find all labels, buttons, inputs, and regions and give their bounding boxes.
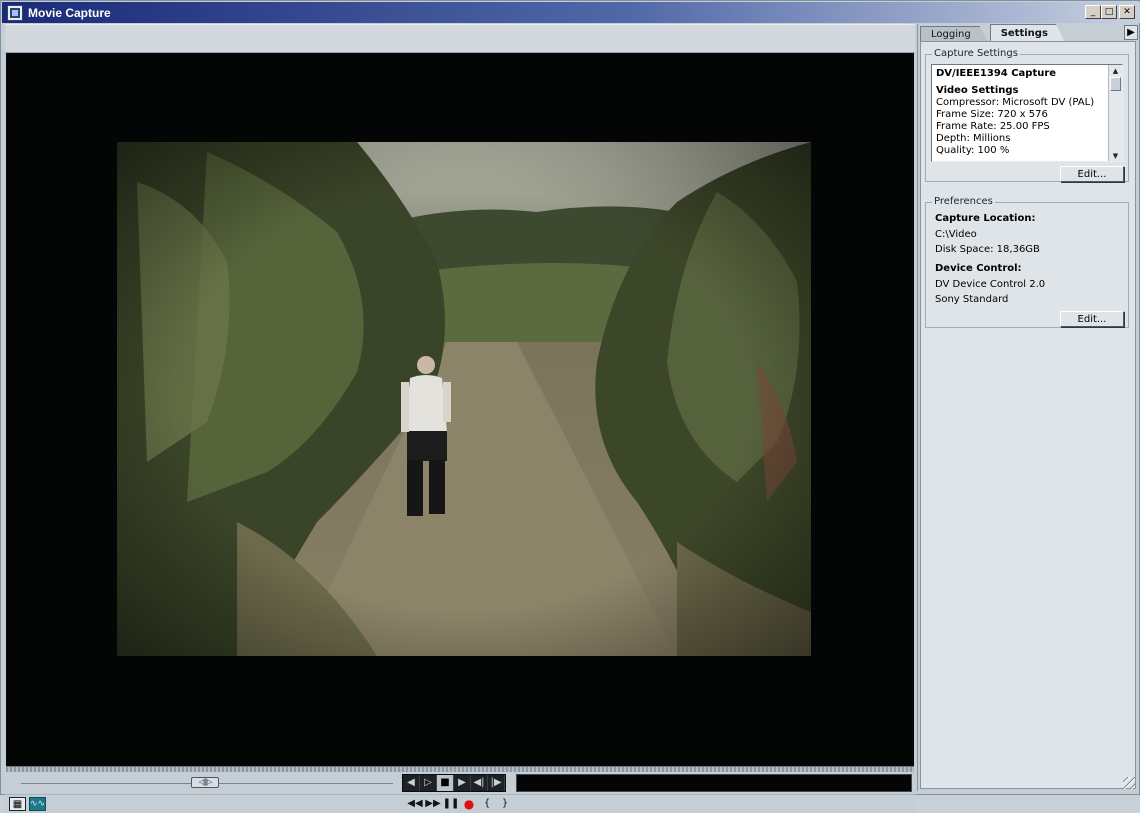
panel-menu-icon[interactable]: ▶ <box>1124 25 1138 40</box>
app-icon <box>7 4 23 21</box>
shuttle-slider[interactable]: ◁|||▷ <box>191 777 219 788</box>
video-frame-image <box>117 142 811 656</box>
capture-settings-legend: Capture Settings <box>932 48 1020 59</box>
capture-preview-pane: ◁|||▷ ◀ ▷ ■ ▶ ◀| |▶ ▦ ∿∿ ◀◀ ▶▶ ❚❚ ● { } <box>5 24 915 813</box>
rewind-button[interactable]: ◀◀ <box>407 796 423 812</box>
depth-line: Depth: Millions <box>936 133 1011 144</box>
quality-line: Quality: 100 % <box>936 145 1010 156</box>
resize-grip[interactable] <box>1123 777 1135 789</box>
transport-buttons: ◀ ▷ ■ ▶ ◀| |▶ <box>402 774 506 792</box>
capture-controls-row: ▦ ∿∿ ◀◀ ▶▶ ❚❚ ● { } <box>5 794 915 813</box>
compressor-line: Compressor: Microsoft DV (PAL) <box>936 97 1095 108</box>
close-button[interactable]: ✕ <box>1119 5 1135 19</box>
go-to-out-button[interactable]: |▶ <box>488 775 505 791</box>
movie-capture-window: Movie Capture _ □ ✕ ◁|||▷ ◀ ▷ ■ ▶ ◀| |▶ … <box>0 0 1140 813</box>
minimize-button[interactable]: _ <box>1085 5 1101 19</box>
video-settings-heading: Video Settings <box>936 85 1019 96</box>
frame-rate-line: Frame Rate: 25.00 FPS <box>936 121 1050 132</box>
vineyard-scene-image <box>117 142 811 656</box>
device-control-driver: DV Device Control 2.0 <box>935 279 1046 290</box>
step-forward-button[interactable]: ▷ <box>420 775 437 791</box>
maximize-button[interactable]: □ <box>1101 5 1117 19</box>
preview-header-strip <box>5 24 915 53</box>
record-button[interactable]: ● <box>461 796 477 812</box>
frame-size-line: Frame Size: 720 x 576 <box>936 109 1048 120</box>
title-bar[interactable]: Movie Capture _ □ ✕ <box>2 2 1140 23</box>
play-button[interactable]: ▶ <box>454 775 471 791</box>
preferences-group: Preferences Capture Location: C:\Video D… <box>925 196 1129 328</box>
panel-tabs: Logging Settings ▶ <box>918 24 1138 42</box>
window-title: Movie Capture <box>28 5 111 20</box>
device-control-device: Sony Standard <box>935 294 1009 305</box>
timecode-display <box>516 774 912 792</box>
audio-toggle-icon[interactable]: ∿∿ <box>29 797 46 811</box>
go-to-in-button[interactable]: ◀| <box>471 775 488 791</box>
preferences-legend: Preferences <box>932 196 995 207</box>
scroll-up-icon[interactable]: ▲ <box>1109 65 1122 76</box>
preferences-edit-button[interactable]: Edit... <box>1060 311 1124 327</box>
set-in-point-button[interactable]: { <box>479 796 495 812</box>
window-controls: _ □ ✕ <box>1085 5 1135 19</box>
capture-path: C:\Video <box>935 229 977 240</box>
disk-space: Disk Space: 18,36GB <box>935 244 1040 255</box>
scroll-thumb[interactable] <box>1110 77 1121 91</box>
capture-location-heading: Capture Location: <box>935 213 1036 224</box>
step-back-button[interactable]: ◀ <box>403 775 420 791</box>
capture-settings-summary: DV/IEEE1394 Capture Video Settings Compr… <box>931 64 1123 162</box>
scroll-down-icon[interactable]: ▼ <box>1109 150 1122 161</box>
tab-settings[interactable]: Settings <box>989 24 1065 42</box>
video-toggle-icon[interactable]: ▦ <box>9 797 26 811</box>
capture-settings-group: Capture Settings DV/IEEE1394 Capture Vid… <box>925 48 1129 182</box>
fast-forward-button[interactable]: ▶▶ <box>425 796 441 812</box>
pause-button[interactable]: ❚❚ <box>443 796 460 812</box>
capture-settings-edit-button[interactable]: Edit... <box>1060 166 1124 182</box>
set-out-point-button[interactable]: } <box>497 796 513 812</box>
device-control-heading: Device Control: <box>935 263 1022 274</box>
settings-panel: Logging Settings ▶ Capture Settings DV/I… <box>917 24 1138 791</box>
video-preview <box>6 53 914 766</box>
settings-tab-body: Capture Settings DV/IEEE1394 Capture Vid… <box>920 41 1136 789</box>
tab-logging[interactable]: Logging <box>920 26 988 42</box>
stop-button[interactable]: ■ <box>437 775 454 791</box>
settings-scrollbar[interactable]: ▲ ▼ <box>1108 65 1122 161</box>
capture-format-title: DV/IEEE1394 Capture <box>936 68 1057 79</box>
transport-row: ◁|||▷ ◀ ▷ ■ ▶ ◀| |▶ <box>5 772 915 794</box>
